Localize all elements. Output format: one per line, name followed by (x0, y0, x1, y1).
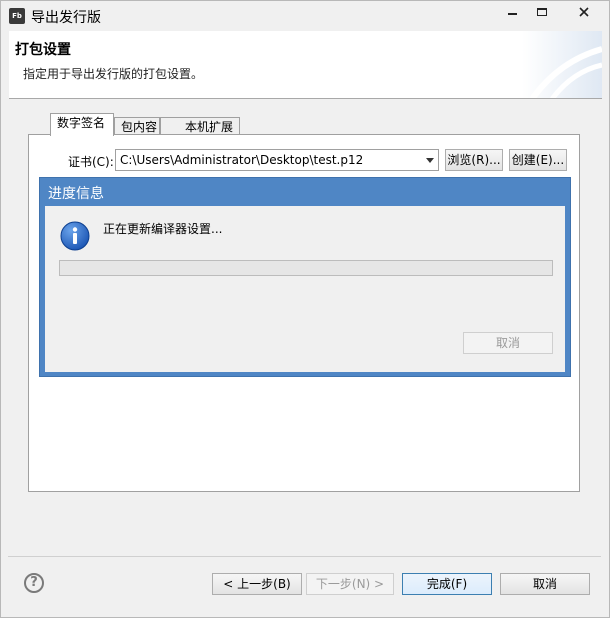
certificate-combo[interactable]: C:\Users\Administrator\Desktop\test.p12 (115, 149, 439, 171)
cancel-button[interactable]: 取消 (500, 573, 590, 595)
banner-title: 打包设置 (15, 42, 71, 58)
maximize-button[interactable] (527, 1, 557, 23)
app-icon: Fb (9, 8, 25, 24)
minimize-button[interactable] (497, 1, 527, 23)
back-button[interactable]: < 上一步(B) (212, 573, 302, 595)
progress-cancel-button[interactable]: 取消 (463, 332, 553, 354)
title-bar[interactable]: Fb 导出发行版 (1, 1, 609, 31)
progress-dialog: 进度信息 正在更新编译器设置... 取消 (39, 177, 571, 377)
finish-button[interactable]: 完成(F) (402, 573, 492, 595)
banner-description: 指定用于导出发行版的打包设置。 (23, 67, 204, 81)
info-icon (60, 221, 90, 251)
close-button[interactable] (561, 1, 607, 23)
tab-digital-signature[interactable]: 数字签名 (50, 113, 114, 136)
create-button[interactable]: 创建(E)... (509, 149, 567, 171)
footer-divider (8, 556, 601, 557)
progress-message: 正在更新编译器设置... (103, 222, 223, 236)
browse-button[interactable]: 浏览(R)... (445, 149, 503, 171)
maximize-icon (537, 8, 547, 16)
window-title: 导出发行版 (31, 10, 101, 26)
chevron-down-icon[interactable] (426, 158, 434, 163)
close-icon (579, 7, 589, 17)
certificate-label: 证书(C): (68, 155, 114, 169)
progress-bar (59, 260, 553, 276)
progress-dialog-body: 正在更新编译器设置... 取消 (45, 206, 565, 372)
help-icon[interactable]: ? (24, 573, 44, 593)
header-banner: 打包设置 指定用于导出发行版的打包设置。 (9, 31, 602, 99)
minimize-icon (507, 13, 517, 15)
next-button[interactable]: 下一步(N) > (306, 573, 394, 595)
progress-dialog-title: 进度信息 (48, 186, 104, 202)
certificate-path: C:\Users\Administrator\Desktop\test.p12 (120, 153, 364, 167)
banner-decoration-graphic (522, 31, 602, 98)
